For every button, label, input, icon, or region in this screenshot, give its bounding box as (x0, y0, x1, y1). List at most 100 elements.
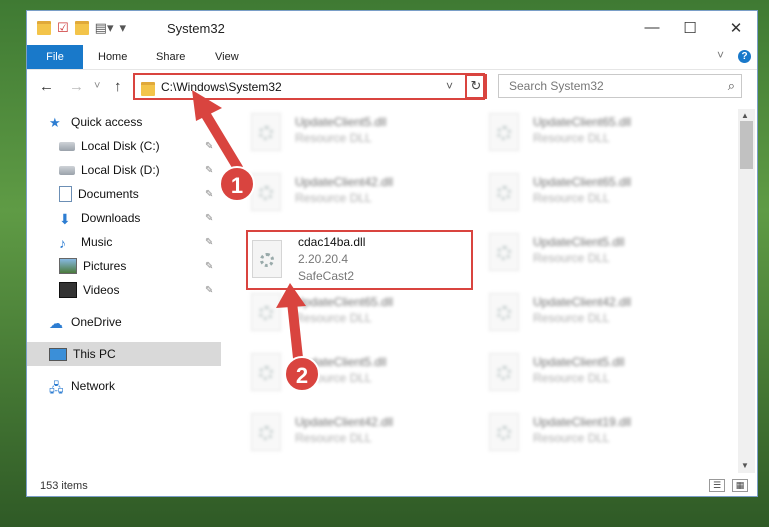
toolbar-dropdown-icon[interactable]: ▾ (119, 20, 126, 36)
vertical-scrollbar[interactable]: ▲ ▼ (738, 109, 755, 473)
sidebar-item-videos[interactable]: Videos ✎ (27, 278, 221, 302)
recent-locations-button[interactable]: ˅ (94, 80, 100, 92)
sidebar-item-music[interactable]: ♪ Music ✎ (27, 230, 221, 254)
properties-icon[interactable]: ☑ (57, 20, 69, 36)
sidebar-item-this-pc[interactable]: This PC (27, 342, 221, 366)
download-icon: ⬇ (59, 211, 71, 227)
music-icon: ♪ (59, 235, 66, 251)
documents-icon (59, 186, 72, 202)
search-icon: ⌕ (727, 78, 735, 93)
up-button[interactable]: ↑ (114, 78, 122, 95)
pin-icon: ✎ (205, 284, 214, 296)
minimize-button[interactable]: — (637, 19, 667, 36)
address-dropdown-icon[interactable]: ˅ (446, 79, 453, 93)
file-name: UpdateClient5.dll (295, 115, 387, 129)
list-item[interactable]: UpdateClient19.dll Resource DLL (483, 409, 713, 465)
sidebar-item-label: Local Disk (D:) (81, 163, 160, 177)
forward-button[interactable]: → (69, 78, 84, 95)
file-list: UpdateClient5.dll Resource DLL UpdateCli… (245, 109, 735, 466)
file-type: Resource DLL (295, 311, 372, 325)
computer-icon (49, 347, 67, 361)
star-icon: ★ (49, 115, 61, 130)
file-name: UpdateClient42.dll (533, 295, 632, 309)
address-bar[interactable]: C:\Windows\System32 ˅ (133, 73, 485, 100)
dll-file-icon (251, 413, 281, 451)
sidebar-item-local-disk-c[interactable]: Local Disk (C:) ✎ (27, 134, 221, 158)
scrollbar-thumb[interactable] (740, 121, 753, 169)
ribbon-collapse-icon[interactable]: ˅ (717, 48, 724, 62)
sidebar-item-local-disk-d[interactable]: Local Disk (D:) ✎ (27, 158, 221, 182)
file-name: UpdateClient65.dll (295, 295, 394, 309)
sidebar-item-network[interactable]: 🖧 Network (27, 374, 221, 398)
list-item[interactable]: UpdateClient42.dll Resource DLL (245, 169, 475, 225)
file-name: UpdateClient42.dll (295, 415, 394, 429)
list-item[interactable]: UpdateClient65.dll Resource DLL (483, 109, 713, 165)
list-item[interactable]: UpdateClient42.dll Resource DLL (245, 409, 475, 465)
dll-file-icon (489, 233, 519, 271)
tab-home[interactable]: Home (98, 51, 127, 63)
pin-icon: ✎ (205, 188, 214, 200)
back-button[interactable]: ← (39, 78, 54, 95)
large-icons-view-icon[interactable]: ▦ (732, 479, 748, 492)
dll-file-icon (489, 173, 519, 211)
sidebar-item-downloads[interactable]: ⬇ Downloads ✎ (27, 206, 221, 230)
list-item[interactable]: UpdateClient65.dll Resource DLL (245, 289, 475, 345)
dll-file-icon (251, 173, 281, 211)
file-type: Resource DLL (533, 311, 610, 325)
sidebar-item-documents[interactable]: Documents ✎ (27, 182, 221, 206)
list-item[interactable]: UpdateClient5.dll Resource DLL (483, 229, 713, 285)
quick-access-toolbar: ☑ ▤▾ ▾ (37, 20, 126, 36)
file-name: UpdateClient5.dll (533, 235, 625, 249)
maximize-button[interactable]: ☐ (675, 19, 705, 37)
sidebar-item-label: Pictures (83, 259, 127, 273)
list-item[interactable]: UpdateClient5.dll Resource DLL (245, 349, 475, 405)
tab-view[interactable]: View (215, 51, 239, 63)
dll-file-icon (489, 413, 519, 451)
new-folder-icon[interactable] (74, 21, 89, 35)
tab-share[interactable]: Share (156, 51, 185, 63)
pin-icon: ✎ (205, 260, 214, 272)
callout-2: 2 (284, 356, 320, 392)
file-type: Resource DLL (295, 191, 372, 205)
search-placeholder: Search System32 (509, 79, 604, 93)
file-type: Resource DLL (295, 131, 372, 145)
customize-toolbar-icon[interactable]: ▤▾ (95, 20, 114, 36)
sidebar-item-label: Downloads (81, 211, 141, 225)
file-name: UpdateClient19.dll (533, 415, 632, 429)
file-name: UpdateClient65.dll (533, 175, 632, 189)
file-type: Resource DLL (533, 431, 610, 445)
dll-file-icon (489, 293, 519, 331)
highlighted-file[interactable]: cdac14ba.dll 2.20.20.4 SafeCast2 (246, 230, 473, 290)
sidebar-item-quick-access[interactable]: ★ Quick access (27, 110, 221, 134)
scroll-down-icon[interactable]: ▼ (741, 461, 749, 470)
sidebar-item-pictures[interactable]: Pictures ✎ (27, 254, 221, 278)
list-item[interactable]: UpdateClient65.dll Resource DLL (483, 169, 713, 225)
list-item[interactable]: UpdateClient5.dll Resource DLL (245, 109, 475, 165)
drive-icon (59, 165, 75, 175)
folder-icon (141, 82, 155, 96)
pin-icon: ✎ (205, 212, 214, 224)
search-box[interactable]: Search System32 ⌕ (498, 74, 742, 98)
file-company: SafeCast2 (298, 269, 355, 283)
close-button[interactable]: ✕ (721, 19, 751, 37)
details-view-icon[interactable]: ☰ (709, 479, 725, 492)
refresh-button[interactable]: ↻ (465, 74, 487, 99)
tab-file[interactable]: File (27, 45, 83, 69)
title-bar: ☑ ▤▾ ▾ System32 — ☐ ✕ (27, 11, 757, 45)
scroll-up-icon[interactable]: ▲ (741, 111, 749, 120)
address-path: C:\Windows\System32 (161, 80, 282, 94)
sidebar-item-label: This PC (73, 347, 116, 361)
pin-icon: ✎ (205, 164, 214, 176)
list-item[interactable]: UpdateClient5.dll Resource DLL (483, 349, 713, 405)
dll-file-icon (489, 113, 519, 151)
help-icon[interactable]: ? (738, 50, 751, 63)
pin-icon: ✎ (205, 140, 214, 152)
sidebar-item-onedrive[interactable]: ☁ OneDrive (27, 310, 221, 334)
file-type: Resource DLL (533, 251, 610, 265)
videos-icon (59, 282, 77, 298)
sidebar-item-label: Music (81, 235, 113, 249)
sidebar-item-label: Network (71, 379, 116, 393)
list-item[interactable]: UpdateClient42.dll Resource DLL (483, 289, 713, 345)
sidebar-item-label: Videos (83, 283, 120, 297)
dll-file-icon (251, 113, 281, 151)
